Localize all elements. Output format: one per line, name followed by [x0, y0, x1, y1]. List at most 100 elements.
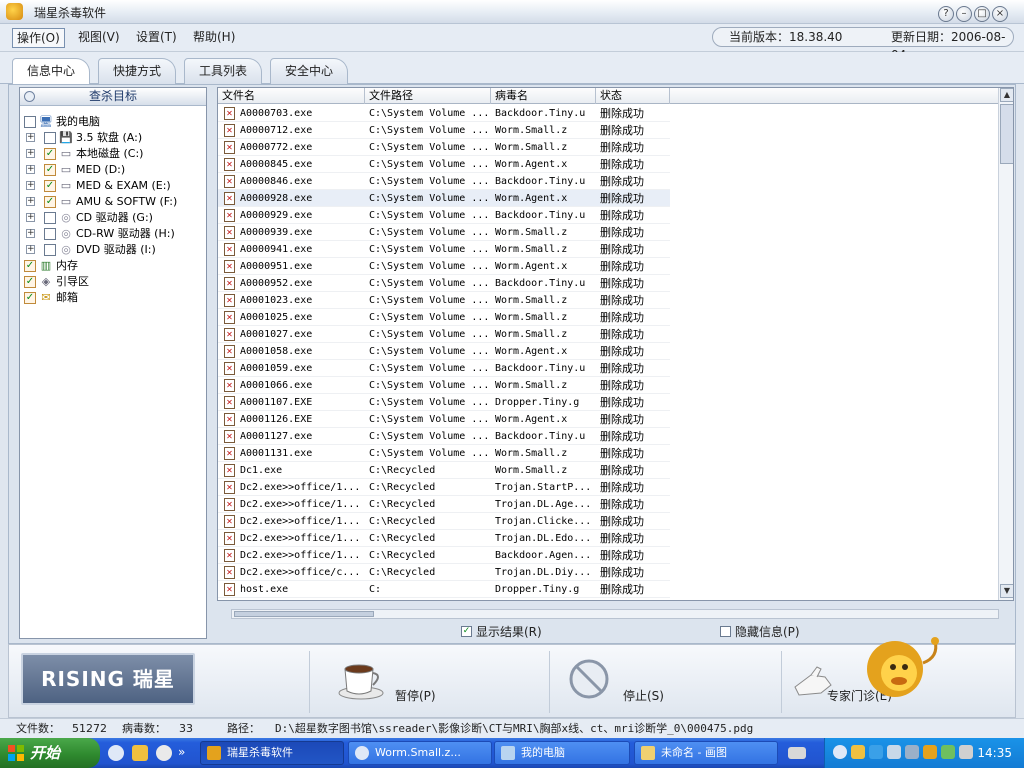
- table-row[interactable]: ✕ A0000846.exe C:\System Volume ... Backdoo…: [218, 173, 670, 190]
- table-row[interactable]: ✕ Dc2.exe>>office/1... C:\Recycled Backdoor…: [218, 547, 670, 564]
- vertical-scrollbar[interactable]: ▲ ▼: [998, 88, 1013, 600]
- expand-icon[interactable]: +: [26, 245, 35, 254]
- column-status[interactable]: 状态: [596, 88, 670, 104]
- expand-icon[interactable]: +: [26, 197, 35, 206]
- table-row[interactable]: ✕ Dc2.exe>>office/c... C:\Recycled Trojan.D…: [218, 564, 670, 581]
- keyboard-icon[interactable]: [788, 747, 806, 759]
- table-row[interactable]: ✕ A0000772.exe C:\System Volume ... Worm.Sm…: [218, 139, 670, 156]
- task-worm-report[interactable]: Worm.Small.z...: [348, 741, 492, 765]
- tree-checkbox[interactable]: ✓: [44, 148, 56, 160]
- table-row[interactable]: ✕ A0000712.exe C:\System Volume ... Worm.Sm…: [218, 122, 670, 139]
- tree-checkbox[interactable]: ✓: [24, 260, 36, 272]
- scroll-up-arrow-icon[interactable]: ▲: [1000, 88, 1013, 102]
- table-row[interactable]: ✕ A0000845.exe C:\System Volume ... Worm.Ag…: [218, 156, 670, 173]
- table-row[interactable]: ✕ Dc1.exe C:\Recycled Worm.Small.z 删除成功: [218, 462, 670, 479]
- quicklaunch-app-icon[interactable]: [132, 745, 148, 761]
- tree-item[interactable]: ✓ ▥ 内存: [24, 258, 204, 274]
- expand-icon[interactable]: +: [26, 133, 35, 142]
- tree-checkbox[interactable]: [44, 244, 56, 256]
- expand-icon[interactable]: +: [26, 149, 35, 158]
- table-row[interactable]: ✕ Dc2.exe>>office/1... C:\Recycled Trojan.S…: [218, 479, 670, 496]
- table-row[interactable]: ✕ A0000952.exe C:\System Volume ... Backdoo…: [218, 275, 670, 292]
- tree-item[interactable]: + ✓ ▭ MED & EXAM (E:): [24, 178, 204, 194]
- expand-icon[interactable]: +: [26, 181, 35, 190]
- table-row[interactable]: ✕ A0001126.EXE C:\System Volume ... Worm.Ag…: [218, 411, 670, 428]
- menu-help[interactable]: 帮助(H): [189, 28, 239, 48]
- table-row[interactable]: ✕ Dc2.exe>>office/1... C:\Recycled Trojan.C…: [218, 513, 670, 530]
- task-rising-antivirus[interactable]: 瑞星杀毒软件: [200, 741, 344, 765]
- menu-view[interactable]: 视图(V): [74, 28, 124, 48]
- tree-item[interactable]: ✓ ◈ 引导区: [24, 274, 204, 290]
- show-results-checkbox[interactable]: ✓: [461, 626, 472, 637]
- table-row[interactable]: ✕ A0000929.exe C:\System Volume ... Backdoo…: [218, 207, 670, 224]
- tray-app-icon[interactable]: [887, 745, 901, 759]
- expand-icon[interactable]: +: [26, 213, 35, 222]
- expand-icon[interactable]: +: [26, 165, 35, 174]
- tree-item[interactable]: + 💾 3.5 软盘 (A:): [24, 130, 204, 146]
- table-row[interactable]: ✕ A0001127.exe C:\System Volume ... Backdoo…: [218, 428, 670, 445]
- tree-checkbox[interactable]: [44, 212, 56, 224]
- column-file-path[interactable]: 文件路径: [365, 88, 491, 104]
- table-row[interactable]: ✕ A0001107.EXE C:\System Volume ... Dropper…: [218, 394, 670, 411]
- table-row[interactable]: ✕ A0001058.exe C:\System Volume ... Worm.Ag…: [218, 343, 670, 360]
- tray-update-icon[interactable]: [941, 745, 955, 759]
- tree-checkbox[interactable]: [44, 132, 56, 144]
- scroll-down-arrow-icon[interactable]: ▼: [1000, 584, 1013, 598]
- start-button[interactable]: 开始: [0, 738, 100, 768]
- help-window-button[interactable]: ?: [938, 6, 954, 22]
- maximize-button[interactable]: □: [974, 6, 990, 22]
- tree-item[interactable]: + ◎ CD 驱动器 (G:): [24, 210, 204, 226]
- tree-item[interactable]: + ✓ ▭ AMU & SOFTW (F:): [24, 194, 204, 210]
- tray-browser-icon[interactable]: [833, 745, 847, 759]
- minimize-button[interactable]: –: [956, 6, 972, 22]
- tray-rising-icon[interactable]: [923, 745, 937, 759]
- table-row[interactable]: ✕ A0001131.exe C:\System Volume ... Worm.Sm…: [218, 445, 670, 462]
- tray-shield-icon[interactable]: [851, 745, 865, 759]
- menu-settings[interactable]: 设置(T): [132, 28, 181, 48]
- tree-item[interactable]: + ◎ CD-RW 驱动器 (H:): [24, 226, 204, 242]
- tree-item[interactable]: 🖥 我的电脑: [24, 114, 204, 130]
- table-row[interactable]: ✕ A0001023.exe C:\System Volume ... Worm.Sm…: [218, 292, 670, 309]
- table-row[interactable]: ✕ A0000703.exe C:\System Volume ... Backdoo…: [218, 105, 670, 122]
- horizontal-scrollbar[interactable]: [231, 609, 999, 619]
- quicklaunch-browser-icon[interactable]: [108, 745, 124, 761]
- scroll-thumb[interactable]: [1000, 104, 1013, 164]
- horizontal-scroll-thumb[interactable]: [234, 611, 374, 617]
- tray-monitor-icon[interactable]: [905, 745, 919, 759]
- tree-checkbox[interactable]: ✓: [24, 292, 36, 304]
- tab-shortcuts[interactable]: 快捷方式: [98, 58, 177, 84]
- tree-checkbox[interactable]: ✓: [44, 180, 56, 192]
- tree-checkbox[interactable]: [24, 116, 36, 128]
- tray-network-icon[interactable]: [869, 745, 883, 759]
- quicklaunch-more-icon[interactable]: »: [178, 745, 190, 761]
- hide-info-checkbox[interactable]: [720, 626, 731, 637]
- column-file-name[interactable]: 文件名: [218, 88, 365, 104]
- tree-item[interactable]: + ✓ ▭ 本地磁盘 (C:): [24, 146, 204, 162]
- table-row[interactable]: ✕ A0001066.exe C:\System Volume ... Worm.Sm…: [218, 377, 670, 394]
- tree-checkbox[interactable]: ✓: [44, 164, 56, 176]
- tree-checkbox[interactable]: [44, 228, 56, 240]
- tree-checkbox[interactable]: ✓: [44, 196, 56, 208]
- expert-clinic-button[interactable]: 专家门诊(E): [791, 637, 1011, 709]
- tab-tool-list[interactable]: 工具列表: [184, 58, 263, 84]
- pause-button[interactable]: 暂停(P): [337, 653, 477, 709]
- table-row[interactable]: ✕ A0001059.exe C:\System Volume ... Backdoo…: [218, 360, 670, 377]
- table-row[interactable]: ✕ A0001027.exe C:\System Volume ... Worm.Sm…: [218, 326, 670, 343]
- table-row[interactable]: ✕ A0000939.exe C:\System Volume ... Worm.Sm…: [218, 224, 670, 241]
- table-row[interactable]: ✕ A0000941.exe C:\System Volume ... Worm.Sm…: [218, 241, 670, 258]
- quicklaunch-media-icon[interactable]: [156, 745, 172, 761]
- tree-item[interactable]: + ◎ DVD 驱动器 (I:): [24, 242, 204, 258]
- tree-item[interactable]: + ✓ ▭ MED (D:): [24, 162, 204, 178]
- table-row[interactable]: ✕ Dc2.exe>>office/1... C:\Recycled Trojan.D…: [218, 496, 670, 513]
- menu-operate[interactable]: 操作(O): [12, 28, 65, 48]
- table-row[interactable]: ✕ A0001025.exe C:\System Volume ... Worm.Sm…: [218, 309, 670, 326]
- tree-checkbox[interactable]: ✓: [24, 276, 36, 288]
- scan-target-header[interactable]: 查杀目标: [20, 88, 206, 106]
- table-row[interactable]: ✕ Dc2.exe>>office/1... C:\Recycled Trojan.D…: [218, 530, 670, 547]
- tray-volume-icon[interactable]: [959, 745, 973, 759]
- table-row[interactable]: ✕ A0000951.exe C:\System Volume ... Worm.Ag…: [218, 258, 670, 275]
- stop-button[interactable]: 停止(S): [567, 653, 707, 709]
- expand-icon[interactable]: +: [26, 229, 35, 238]
- collapse-icon[interactable]: [24, 91, 35, 102]
- table-row[interactable]: ✕ A0000928.exe C:\System Volume ... Worm.Ag…: [218, 190, 670, 207]
